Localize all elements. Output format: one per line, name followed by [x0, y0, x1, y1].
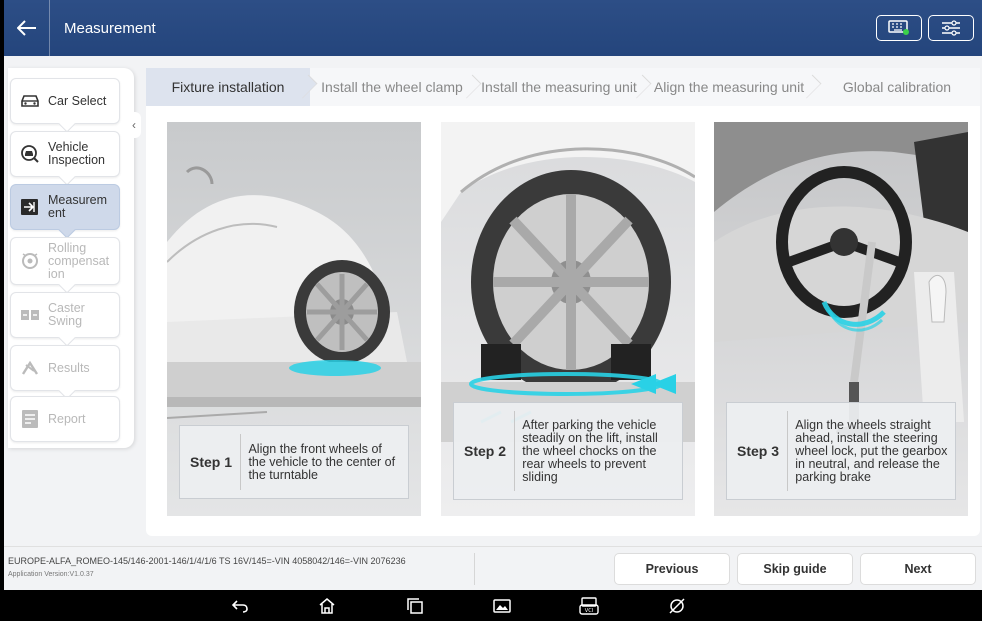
- system-navigation-bar: VCI: [4, 590, 982, 621]
- guide-content: Fixture installation Install the wheel c…: [146, 68, 980, 536]
- back-arrow-icon[interactable]: [4, 0, 50, 56]
- vci-connection-button[interactable]: [876, 15, 922, 41]
- step-progress-bar: Fixture installation Install the wheel c…: [146, 68, 980, 106]
- sidebar-item-rolling-compensation[interactable]: Rolling compensat ion: [10, 237, 120, 294]
- browser-icon[interactable]: [666, 595, 688, 617]
- step-label: Step 1: [190, 453, 233, 470]
- step-tab-fixture-installation[interactable]: Fixture installation: [146, 68, 310, 106]
- vehicle-info-text: EUROPE-ALFA_ROMEO-145/146-2001-146/1/4/1…: [8, 556, 406, 566]
- header-bar: Measurement: [4, 0, 982, 56]
- sidebar-item-results[interactable]: Results: [10, 345, 120, 400]
- measurement-icon: [19, 196, 41, 218]
- step-tab-install-measuring-unit[interactable]: Install the measuring unit: [474, 68, 644, 106]
- settings-sliders-button[interactable]: [928, 15, 974, 41]
- caster-icon: [19, 304, 41, 326]
- results-icon: [19, 357, 41, 379]
- sliders-icon: [942, 20, 960, 36]
- home-icon[interactable]: [316, 595, 338, 617]
- next-button[interactable]: Next: [860, 553, 976, 585]
- step-tab-global-calibration[interactable]: Global calibration: [814, 68, 980, 106]
- sidebar-item-caster-swing[interactable]: Caster Swing: [10, 292, 120, 347]
- step-label: Step 3: [737, 442, 780, 459]
- sidebar-item-label: Caster Swing: [48, 301, 85, 328]
- collapse-sidebar-icon[interactable]: ‹: [127, 112, 141, 138]
- footer-bar: EUROPE-ALFA_ROMEO-145/146-2001-146/1/4/1…: [4, 546, 982, 590]
- inspection-icon: [19, 143, 41, 165]
- svg-text:VCI: VCI: [585, 608, 593, 614]
- step-description: Align the wheels straight ahead, install…: [795, 417, 948, 484]
- vci-icon[interactable]: VCI: [578, 595, 600, 617]
- step-tab-align-measuring-unit[interactable]: Align the measuring unit: [644, 68, 814, 106]
- step1-caption: Step 1 Align the front wheels of the veh…: [179, 425, 409, 499]
- step3-caption: Step 3 Align the wheels straight ahead, …: [726, 402, 956, 500]
- sidebar-item-label: Rolling compensat ion: [48, 240, 110, 281]
- report-icon: [19, 408, 41, 430]
- step2-caption: Step 2 After parking the vehicle steadil…: [453, 402, 683, 500]
- car-icon: [19, 90, 41, 112]
- sidebar-item-report[interactable]: Report: [10, 396, 120, 442]
- page-title: Measurement: [64, 19, 156, 37]
- step-description: Align the front wheels of the vehicle to…: [248, 441, 396, 482]
- sidebar-item-label: Report: [48, 411, 86, 426]
- app-version-text: Application Version:V1.0.37: [8, 571, 94, 578]
- step-description: After parking the vehicle steadily on th…: [522, 417, 658, 484]
- app-screen: Measurement ‹ Car Select Vehicle Inspecti…: [4, 0, 982, 621]
- sidebar-item-measurement[interactable]: Measurem ent: [10, 184, 120, 239]
- step3-illustration: Step 3 Align the wheels straight ahead, …: [714, 122, 968, 516]
- recent-apps-icon[interactable]: [404, 595, 426, 617]
- sidebar-item-label: Car Select: [48, 93, 107, 108]
- back-icon[interactable]: [229, 595, 251, 617]
- skip-guide-button[interactable]: Skip guide: [737, 553, 853, 585]
- sidebar-item-car-select[interactable]: Car Select: [10, 78, 120, 133]
- step-tab-install-wheel-clamp[interactable]: Install the wheel clamp: [310, 68, 474, 106]
- step2-illustration: Step 2 After parking the vehicle steadil…: [441, 122, 695, 516]
- screenshot-icon[interactable]: [491, 595, 513, 617]
- vci-keyboard-icon: [888, 20, 909, 35]
- rolling-icon: [19, 250, 41, 272]
- sidebar-item-label: Results: [48, 360, 90, 375]
- previous-button[interactable]: Previous: [614, 553, 730, 585]
- sidebar-item-vehicle-inspection[interactable]: Vehicle Inspection: [10, 131, 120, 186]
- sidebar-item-label: Measurem ent: [48, 193, 108, 220]
- step1-illustration: Step 1 Align the front wheels of the veh…: [167, 122, 421, 516]
- sidebar-item-label: Vehicle Inspection: [48, 140, 105, 167]
- step-label: Step 2: [464, 442, 507, 459]
